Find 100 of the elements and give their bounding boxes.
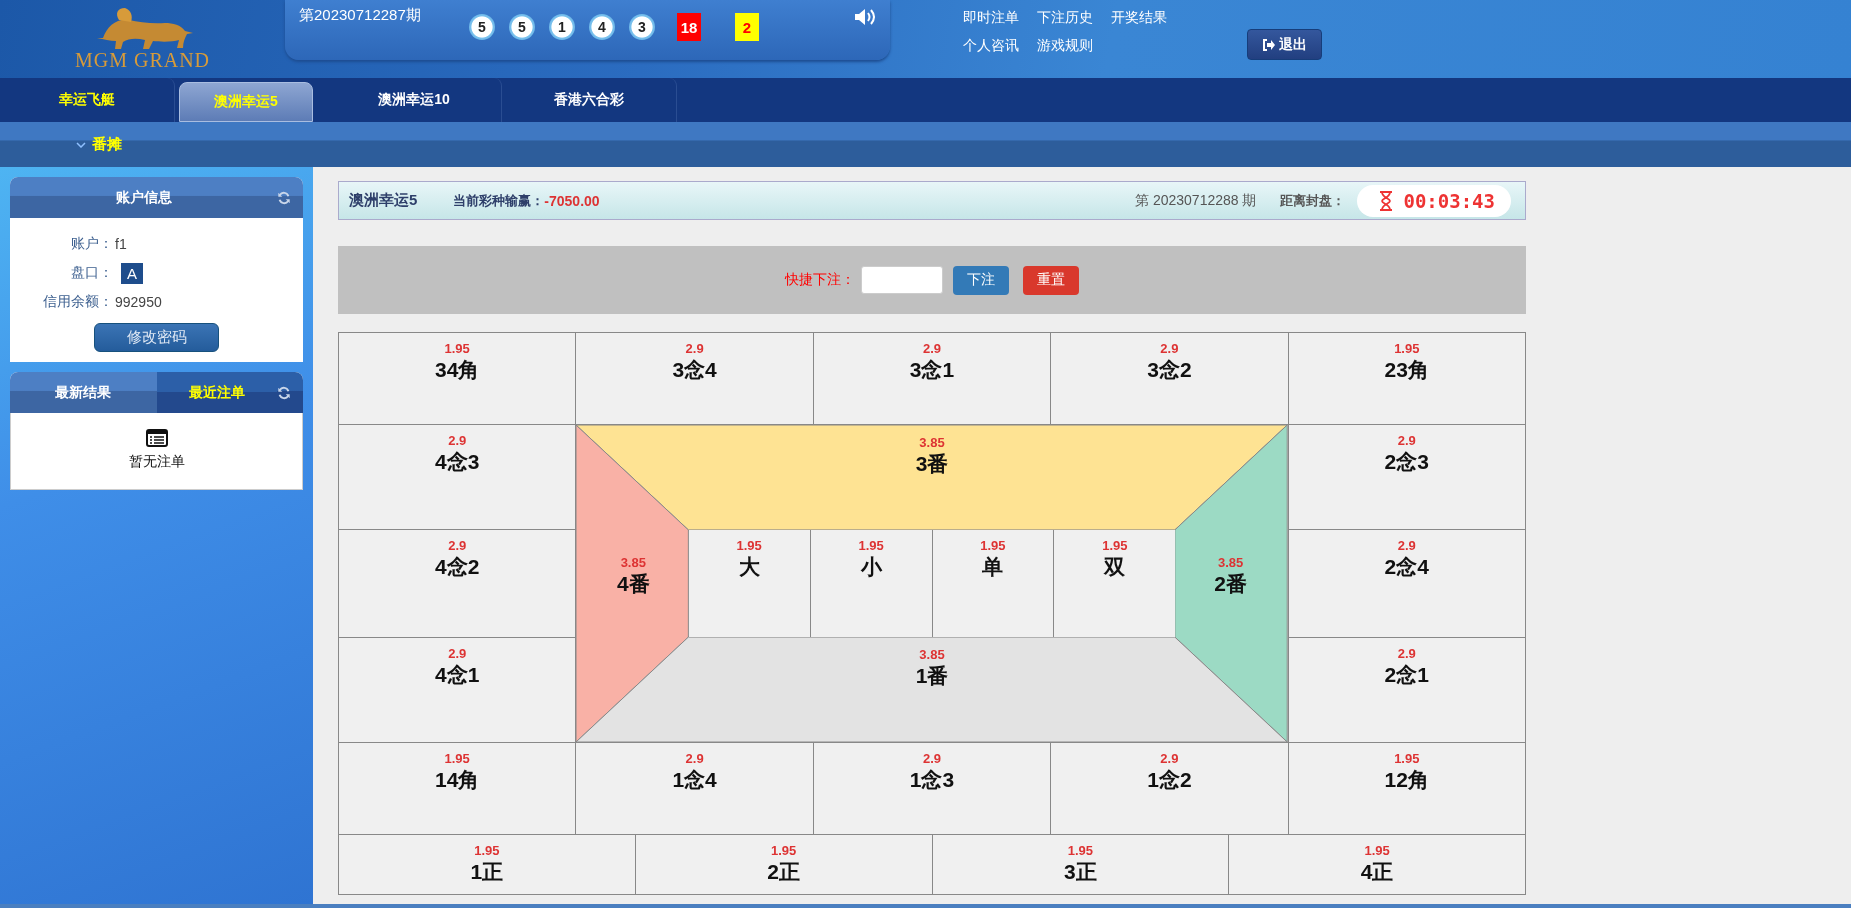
bet-label: 小	[860, 553, 882, 580]
bet-cell[interactable]: 2.9 2念1	[1288, 638, 1526, 743]
parity-value: 2	[735, 13, 759, 41]
subnav-item[interactable]: 番摊	[92, 135, 122, 154]
bet-cell[interactable]: 1.95 2正	[635, 835, 933, 895]
odds-text: 1.95	[858, 537, 884, 554]
bet-cell[interactable]: 1.95 双	[1054, 529, 1176, 638]
odds-text: 2.9	[922, 751, 942, 767]
sum-value: 18	[677, 13, 701, 41]
bet-label: 4番	[616, 570, 650, 597]
bet-label: 3念4	[672, 357, 717, 383]
odds-text: 1.95	[980, 537, 1006, 554]
hourglass-icon	[1379, 190, 1394, 211]
countdown-timer: 00:03:43	[1403, 189, 1495, 212]
bet-cell[interactable]: 1.95 小	[810, 529, 933, 638]
logout-icon	[1262, 38, 1275, 51]
odds-text: 2.9	[1160, 341, 1179, 357]
field-value: 992950	[115, 294, 162, 310]
bet-cell[interactable]: 2.9 4念1	[339, 638, 577, 743]
bet-label: 2念1	[1384, 662, 1429, 688]
bet-label: 大	[738, 553, 760, 580]
bet-label: 12角	[1384, 767, 1429, 793]
profit-value: -7050.00	[544, 192, 600, 209]
bet-cell[interactable]: 2.9 2念3	[1288, 425, 1526, 530]
bet-cell[interactable]: 1.95 1正	[339, 835, 636, 895]
bet-label: 14角	[435, 767, 480, 793]
bet-cell[interactable]: 2.9 2念4	[1288, 530, 1526, 638]
bet-cell[interactable]: 1.95 12角	[1288, 743, 1526, 835]
bet-cell[interactable]: 1.95 3正	[932, 835, 1230, 895]
odds-text: 1.95	[444, 751, 470, 767]
panel-title: 账户信息	[114, 188, 173, 207]
odds-text: 3.85	[919, 434, 945, 451]
odds-text: 1.95	[1102, 537, 1128, 554]
list-icon	[145, 429, 168, 447]
speaker-icon[interactable]	[854, 8, 876, 26]
logout-button[interactable]: 退出	[1247, 29, 1322, 60]
bet-cell[interactable]: 1.95 34角	[339, 333, 577, 425]
panel-tab[interactable]: 最新结果	[10, 372, 157, 413]
bet-cell[interactable]: 1.95 4正	[1229, 835, 1526, 895]
bet-cell[interactable]: 2.9 4念2	[339, 530, 577, 638]
bet-area[interactable]	[576, 425, 690, 742]
bet-label: 4念1	[435, 662, 480, 688]
odds-text: 1.95	[1067, 843, 1094, 859]
bet-label: 2念3	[1384, 449, 1429, 475]
bet-label: 4念2	[435, 554, 480, 580]
bet-cell[interactable]: 1.95 单	[932, 529, 1055, 638]
game-name: 澳洲幸运5	[349, 191, 418, 210]
bet-cell[interactable]: 1.95 大	[688, 529, 811, 638]
odds-text: 2.9	[922, 341, 942, 357]
odds-text: 1.95	[1394, 341, 1420, 357]
odds-text: 1.95	[444, 341, 470, 357]
bet-label: 双	[1104, 553, 1126, 580]
field-value: f1	[115, 236, 127, 252]
refresh-icon[interactable]	[277, 385, 291, 400]
empty-message: 暂无注单	[128, 453, 185, 471]
bet-label: 3念1	[909, 357, 955, 383]
header-link[interactable]: 开奖结果	[1111, 9, 1167, 27]
bet-cell[interactable]: 1.95 14角	[339, 743, 577, 835]
header-link[interactable]: 下注历史	[1037, 9, 1093, 27]
refresh-icon[interactable]	[277, 190, 291, 205]
bet-cell[interactable]: 2.9 4念3	[339, 425, 577, 530]
field-label: 信用余额：	[42, 293, 113, 311]
bet-label: 23角	[1384, 357, 1429, 383]
bet-cell[interactable]: 2.9 1念3	[813, 743, 1052, 835]
header-link[interactable]: 游戏规则	[1037, 37, 1093, 55]
header-link[interactable]: 个人咨讯	[963, 37, 1019, 55]
bet-label: 4念3	[435, 449, 480, 475]
odds-text: 2.9	[1397, 433, 1416, 449]
bet-area[interactable]	[1174, 425, 1288, 742]
bet-cell[interactable]: 2.9 1念2	[1051, 743, 1289, 835]
odds-text: 1.95	[1364, 843, 1390, 859]
odds-text: 1.95	[474, 843, 500, 859]
amount-input[interactable]	[861, 266, 943, 294]
bet-area[interactable]	[576, 425, 1288, 531]
header-link[interactable]: 即时注单	[963, 9, 1019, 27]
close-label: 距离封盘：	[1280, 191, 1346, 210]
bet-label: 1番	[915, 662, 949, 689]
change-password-button[interactable]: 修改密码	[94, 323, 219, 352]
bet-area[interactable]	[576, 636, 1288, 742]
logo-text: MGM GRAND	[74, 50, 211, 70]
chevron-icon	[76, 141, 86, 148]
bet-cell[interactable]: 2.9 3念4	[576, 333, 814, 425]
result-ball: 5	[469, 14, 495, 40]
reset-button[interactable]: 重置	[1023, 265, 1079, 295]
odds-text: 1.95	[736, 537, 762, 554]
result-ball: 5	[509, 14, 535, 40]
odds-text: 3.85	[1218, 554, 1244, 571]
bet-cell[interactable]: 2.9 3念2	[1051, 333, 1289, 425]
bet-label: 1念4	[672, 767, 717, 793]
odds-text: 1.95	[1394, 751, 1420, 767]
bet-cell[interactable]: 2.9 1念4	[576, 743, 814, 835]
panel-tab[interactable]: 最近注单	[156, 383, 277, 402]
bet-label: 1念3	[909, 767, 955, 793]
field-label: 账户：	[70, 235, 113, 253]
bet-button[interactable]: 下注	[953, 265, 1009, 295]
bet-cell[interactable]: 1.95 23角	[1288, 333, 1526, 425]
odds-text: 2.9	[1397, 538, 1416, 554]
field-label: 盘口：	[70, 264, 113, 282]
bet-cell[interactable]: 2.9 3念1	[813, 333, 1052, 425]
result-ball: 3	[629, 14, 655, 40]
